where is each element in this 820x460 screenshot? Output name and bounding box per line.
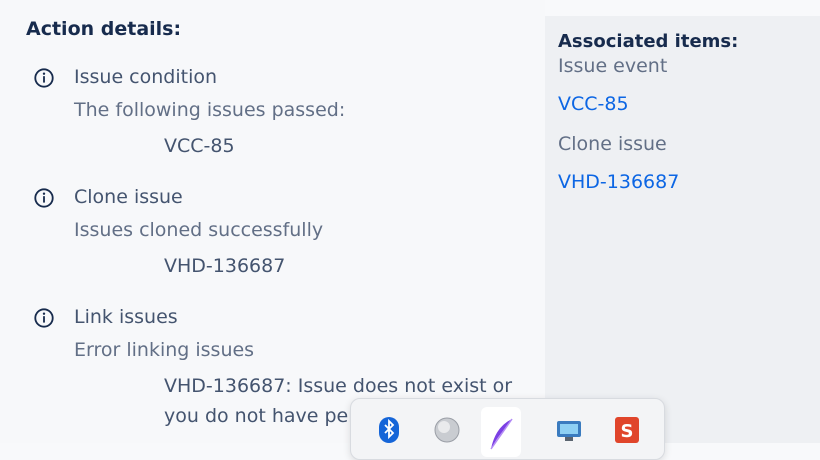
remote-desktop-icon [557,421,581,441]
bluetooth-tray-item[interactable] [369,417,409,457]
clone-issue-subtitle: Issues cloned successfully [74,219,324,241]
clone-issue-link[interactable]: VHD-136687 [558,171,679,193]
issue-event-link[interactable]: VCC-85 [558,93,629,115]
associated-items-panel [545,16,820,443]
link-issues-title: Link issues [74,306,178,328]
issue-condition-subtitle: The following issues passed: [74,99,346,121]
globe-tray-item[interactable] [427,417,467,457]
link-issues-subtitle: Error linking issues [74,339,255,361]
feather-pen-icon [490,418,513,450]
issue-condition-title: Issue condition [74,66,218,88]
app-s-tray-item[interactable]: S [607,417,647,457]
feather-tray-item[interactable] [481,407,521,457]
info-icon [34,188,54,208]
action-details-title: Action details: [26,18,182,40]
info-icon [34,68,54,88]
clone-issue-title: Clone issue [74,186,183,208]
issue-condition-value: VCC-85 [164,135,235,157]
issue-event-label: Issue event [558,55,668,77]
app-s-icon: S [615,417,639,443]
remote-desktop-tray-item[interactable] [549,417,589,457]
svg-text:S: S [621,421,634,442]
clone-issue-value: VHD-136687 [164,255,286,277]
taskbar-tray-overflow: S [350,398,665,460]
clone-issue-label: Clone issue [558,133,667,155]
bluetooth-icon [379,417,399,443]
associated-items-title: Associated items: [558,31,739,52]
globe-icon [434,417,460,443]
info-icon [34,308,54,328]
